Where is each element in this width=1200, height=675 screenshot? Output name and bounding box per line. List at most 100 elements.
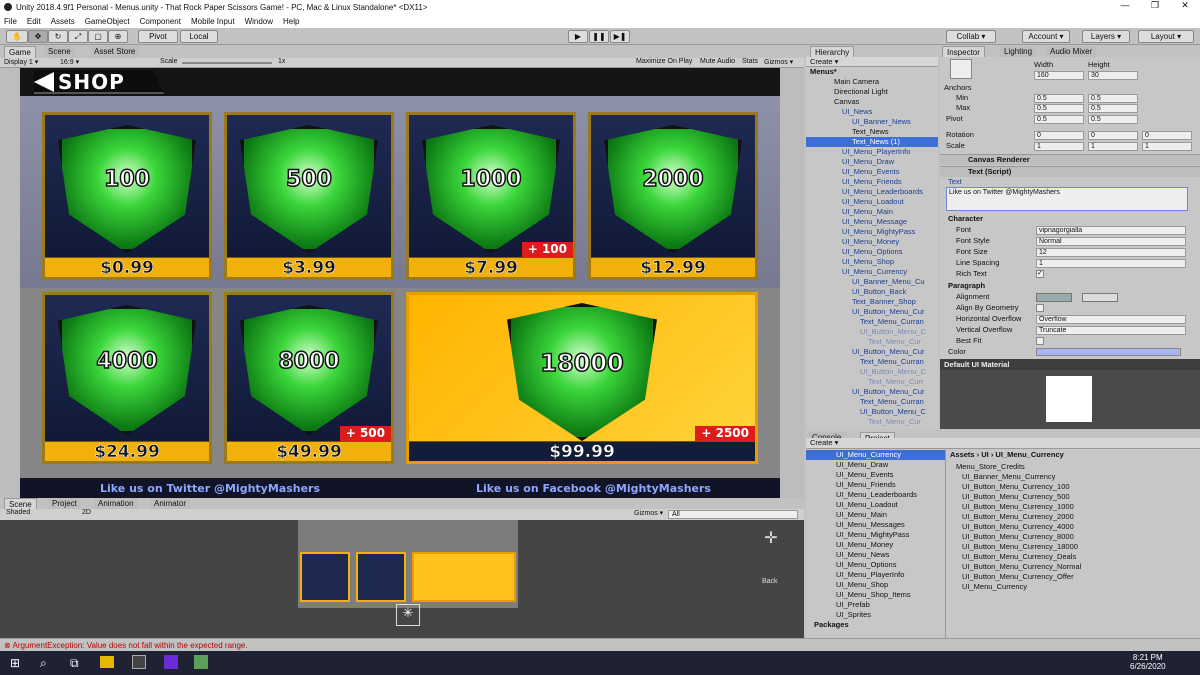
rotate-tool-icon[interactable]: ↻ [48,30,68,43]
scene-view[interactable]: ✛ Back ✳ [0,520,804,638]
hierarchy-item[interactable]: UI_Banner_News [806,117,938,127]
hierarchy-item[interactable]: UI_Button_Menu_Cur [806,347,938,357]
hand-tool-icon[interactable]: ✋ [6,30,28,43]
project-folder[interactable]: UI_Menu_Shop [806,580,945,590]
project-file[interactable]: UI_Banner_Menu_Currency [956,472,1081,482]
project-folder[interactable]: UI_Menu_Draw [806,460,945,470]
project-file[interactable]: UI_Button_Menu_Currency_2000 [956,512,1081,522]
step-button[interactable]: ▶❚ [610,30,630,43]
hierarchy-item[interactable]: UI_Menu_Main [806,207,938,217]
scale-tool-icon[interactable]: ⤢ [68,30,88,43]
project-folder-selected[interactable]: UI_Menu_Currency [806,450,945,460]
maximize-on-play[interactable]: Maximize On Play [636,58,692,65]
maximize-button[interactable]: ❐ [1140,0,1170,11]
currency-card-4000[interactable]: 4000 $24.99 [42,292,212,464]
toggle-2d[interactable]: 2D [82,509,91,516]
project-file[interactable]: Menu_Store_Credits [956,462,1081,472]
unity-taskbar-icon[interactable] [132,655,146,669]
aspect-select[interactable]: 16:9 ▾ [60,58,79,66]
transform-tool-icon[interactable]: ⊕ [108,30,128,43]
hierarchy-item[interactable]: UI_Menu_Message [806,217,938,227]
search-icon[interactable]: ⌕ [40,656,47,671]
pivot-x[interactable]: 0.5 [1034,115,1084,124]
canvas-renderer-header[interactable]: Canvas Renderer [940,154,1200,165]
hierarchy-item[interactable]: UI_Button_Back [806,287,938,297]
tab-asset-store[interactable]: Asset Store [90,46,140,58]
hierarchy-item[interactable]: Text_Menu_Curran [806,397,938,407]
hierarchy-item[interactable]: Text_Menu_Curran [806,357,938,367]
vertical-alignment-buttons[interactable] [1082,293,1118,302]
v-overflow-select[interactable]: Truncate [1036,326,1186,335]
rotation-z[interactable]: 0 [1142,131,1192,140]
twitter-banner-text[interactable]: Like us on Twitter @MightyMashers [100,482,320,495]
line-spacing-field[interactable]: 1 [1036,259,1186,268]
project-file[interactable]: UI_Button_Menu_Currency_8000 [956,532,1081,542]
font-style-select[interactable]: Normal [1036,237,1186,246]
hierarchy-item[interactable]: UI_Button_Menu_C [806,367,938,377]
scene-gizmo-icon[interactable]: ✛ [756,528,786,564]
hierarchy-create[interactable]: Create ▾ [806,57,938,67]
hierarchy-item[interactable]: UI_Menu_Options [806,247,938,257]
currency-card-18000[interactable]: 18000 + 2500 $99.99 [406,292,758,464]
taskbar-clock[interactable]: 8:21 PM 6/26/2020 [1130,653,1166,671]
project-folder[interactable]: UI_Menu_Options [806,560,945,570]
hierarchy-item[interactable]: UI_Button_Menu_Cur [806,307,938,317]
hierarchy-item[interactable]: UI_Menu_Draw [806,157,938,167]
play-button[interactable]: ▶ [568,30,588,43]
menu-mobile-input[interactable]: Mobile Input [191,17,235,26]
project-folder[interactable]: UI_Menu_Friends [806,480,945,490]
hierarchy-item[interactable]: Directional Light [806,87,938,97]
best-fit-checkbox[interactable] [1036,337,1044,345]
hierarchy-item[interactable]: UI_Menu_Events [806,167,938,177]
project-file[interactable]: UI_Button_Menu_Currency_1000 [956,502,1081,512]
project-file[interactable]: UI_Button_Menu_Currency_500 [956,492,1081,502]
project-breadcrumb[interactable]: Assets › UI › UI_Menu_Currency [950,450,1064,460]
windows-start-icon[interactable]: ⊞ [10,656,20,670]
anchor-max-x[interactable]: 0.5 [1034,104,1084,113]
project-folder[interactable]: UI_Prefab [806,600,945,610]
color-field[interactable] [1036,348,1181,356]
mute-audio[interactable]: Mute Audio [700,58,735,65]
project-file[interactable]: UI_Button_Menu_Currency_Deals [956,552,1081,562]
hierarchy-item[interactable]: UI_Menu_Currency [806,267,938,277]
project-folder[interactable]: UI_Menu_Main [806,510,945,520]
hierarchy-item[interactable]: Text_Banner_Shop [806,297,938,307]
display-select[interactable]: Display 1 ▾ [4,58,38,66]
rotation-x[interactable]: 0 [1034,131,1084,140]
hierarchy-item[interactable]: UI_Menu_PlayerInfo [806,147,938,157]
hierarchy-item[interactable]: UI_Menu_Loadout [806,197,938,207]
project-folder[interactable]: UI_Menu_Messages [806,520,945,530]
menu-window[interactable]: Window [245,17,273,26]
text-script-header[interactable]: Text (Script) [940,166,1200,177]
project-folder[interactable]: UI_Menu_Events [806,470,945,480]
rect-tool-icon[interactable]: ▢ [88,30,108,43]
pause-button[interactable]: ❚❚ [589,30,609,43]
default-material-header[interactable]: Default UI Material [940,359,1200,370]
hierarchy-item[interactable]: UI_Button_Menu_C [806,407,938,417]
menu-component[interactable]: Component [140,17,181,26]
rect-handle-icon[interactable]: ✳ [396,604,420,626]
tab-game[interactable]: Game [4,46,36,58]
project-folder[interactable]: UI_Sprites [806,610,945,620]
project-folder[interactable]: Packages [806,620,945,630]
scale-x[interactable]: 1 [1034,142,1084,151]
hierarchy-scene-root[interactable]: Menus* [806,67,938,77]
scene-gizmos[interactable]: Gizmos ▾ [634,509,663,517]
hierarchy-item[interactable]: UI_Menu_Leaderboards [806,187,938,197]
project-file[interactable]: UI_Button_Menu_Currency_Offer [956,572,1081,582]
align-geometry-checkbox[interactable] [1036,304,1044,312]
height-field[interactable]: 30 [1088,71,1138,80]
currency-card-1000[interactable]: 1000 + 100 $7.99 [406,112,576,280]
project-file[interactable]: UI_Button_Menu_Currency_Normal [956,562,1081,572]
facebook-banner-text[interactable]: Like us on Facebook @MightyMashers [476,482,711,495]
visual-studio-icon[interactable] [164,655,178,669]
menu-edit[interactable]: Edit [27,17,41,26]
menu-gameobject[interactable]: GameObject [85,17,130,26]
pivot-y[interactable]: 0.5 [1088,115,1138,124]
anchor-min-y[interactable]: 0.5 [1088,94,1138,103]
account-button[interactable]: Account ▾ [1022,30,1070,43]
text-area[interactable]: Like us on Twitter @MightyMashers [946,187,1188,211]
menu-assets[interactable]: Assets [51,17,75,26]
hierarchy-item[interactable]: Canvas [806,97,938,107]
file-explorer-icon[interactable] [100,656,114,668]
